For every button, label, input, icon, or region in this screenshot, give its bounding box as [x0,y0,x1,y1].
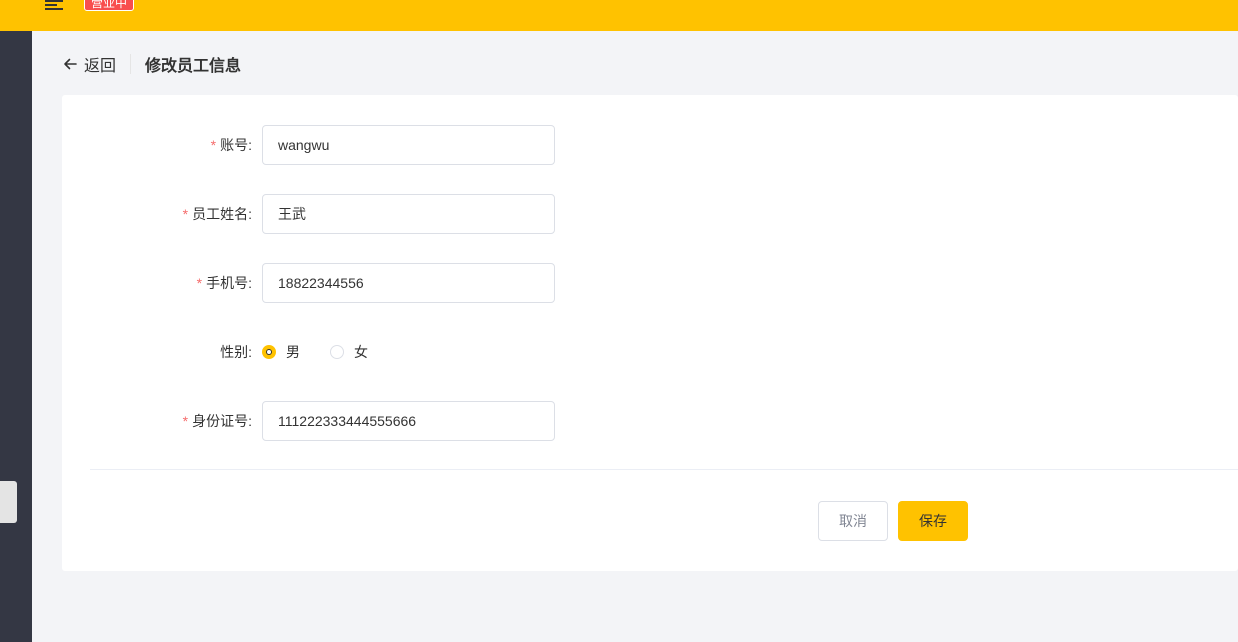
account-label: * 账号: [210,137,252,153]
gender-option-label: 女 [354,344,368,360]
save-button[interactable]: 保存 [898,501,968,541]
form-card: *账号: *员工姓名: *手机号: 性别: 男 女 *身份证号: 取消 保存 [62,95,1238,571]
phone-label: * 手机号: [196,275,252,291]
name-label: * 员工姓名: [182,206,252,222]
gender-label: 性别: [220,344,252,360]
required-mark: * [196,275,203,291]
radio-unchecked-icon[interactable] [330,345,344,359]
id-number-input[interactable] [262,401,555,441]
form-divider [90,469,1238,470]
radio-checked-icon[interactable] [262,345,276,359]
account-input[interactable] [262,125,555,165]
status-badge: 营业中 [84,0,135,11]
form-row-phone: * 手机号: [62,263,555,303]
header-divider [130,54,132,74]
menu-fold-icon[interactable] [45,0,63,10]
required-mark: * [182,413,189,429]
back-button[interactable]: 返回 [62,52,116,76]
back-label: 返回 [84,58,117,75]
form-row-name: * 员工姓名: [62,194,555,234]
required-mark: * [210,137,217,153]
gender-option-label: 男 [286,344,300,360]
form-row-gender: 性别: 男 女 [62,332,398,372]
top-header: 营业中 [0,0,1238,31]
cancel-button[interactable]: 取消 [818,501,888,541]
required-mark: * [182,206,189,222]
phone-input[interactable] [262,263,555,303]
sidebar-collapse-handle[interactable] [0,481,17,523]
arrow-left-icon [64,58,77,70]
form-row-id-number: * 身份证号: [62,401,555,441]
id-number-label: * 身份证号: [182,413,252,429]
page-header: 返回 修改员工信息 [62,52,241,76]
gender-radio-group: 男 女 [262,342,398,362]
sidebar [0,31,32,642]
gender-option-female[interactable]: 女 [330,342,368,362]
name-input[interactable] [262,194,555,234]
page-title: 修改员工信息 [145,58,242,75]
form-row-account: * 账号: [62,125,555,165]
gender-option-male[interactable]: 男 [262,342,300,362]
